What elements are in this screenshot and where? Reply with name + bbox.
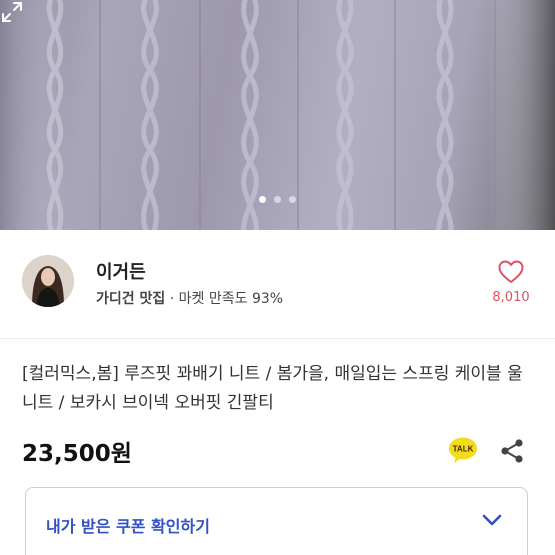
product-image[interactable] — [0, 0, 555, 230]
gallery-pagination — [0, 196, 555, 203]
pagination-dot[interactable] — [259, 196, 266, 203]
kakao-talk-icon[interactable]: TALK — [448, 436, 478, 464]
seller-section[interactable]: 이거든 가디건 맛집 · 마켓 만족도 93% 8,010 — [0, 230, 555, 339]
product-title: [컬러믹스,봄] 루즈핏 꽈배기 니트 / 봄가을, 매일입는 스프링 케이블 … — [22, 364, 523, 413]
pagination-dot[interactable] — [274, 196, 281, 203]
coupon-toggle[interactable]: 내가 받은 쿠폰 확인하기 — [25, 487, 528, 555]
pagination-dot[interactable] — [289, 196, 296, 203]
coupon-label: 내가 받은 쿠폰 확인하기 — [46, 517, 210, 536]
expand-icon[interactable] — [0, 0, 24, 24]
shop-label: 가디건 맛집 — [96, 291, 166, 307]
heart-icon — [498, 260, 524, 283]
seller-name[interactable]: 이거든 — [96, 258, 146, 284]
talk-badge-label: TALK — [453, 445, 474, 454]
seller-meta: 가디건 맛집 · 마켓 만족도 93% — [96, 288, 283, 308]
like-count: 8,010 — [492, 290, 530, 305]
chevron-down-icon — [482, 514, 502, 526]
like-button[interactable]: 8,010 — [488, 260, 534, 305]
rating-value: 93% — [251, 291, 284, 307]
share-icon[interactable] — [499, 438, 525, 464]
rating-label: 마켓 만족도 — [178, 291, 248, 307]
meta-separator: · — [169, 291, 175, 307]
seller-avatar[interactable] — [22, 255, 74, 307]
product-price: 23,500원 — [22, 441, 132, 467]
